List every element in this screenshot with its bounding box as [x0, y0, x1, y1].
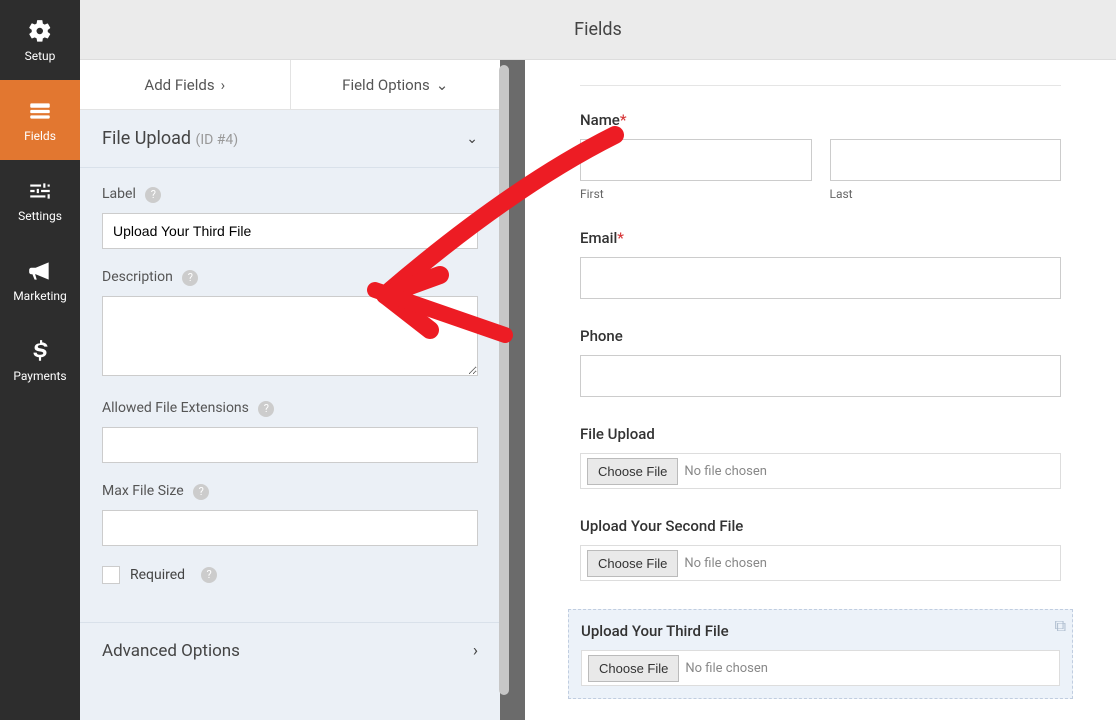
scrollbar-thumb[interactable] — [499, 65, 509, 695]
page-title: Fields — [574, 19, 622, 40]
extensions-label: Allowed File Extensions ? — [102, 400, 478, 417]
sidebar-label-marketing: Marketing — [13, 289, 67, 303]
bullhorn-icon — [27, 258, 53, 284]
required-checkbox[interactable] — [102, 566, 120, 584]
dollar-icon — [27, 338, 53, 364]
maxsize-label: Max File Size ? — [102, 483, 478, 500]
advanced-options-toggle[interactable]: Advanced Options › — [80, 622, 500, 679]
help-icon[interactable]: ? — [258, 401, 274, 417]
preview-field-secondfile[interactable]: Upload Your Second File Choose File No f… — [580, 517, 1061, 581]
chevron-right-icon: › — [473, 641, 478, 661]
preview-field-fileupload[interactable]: File Upload Choose File No file chosen — [580, 425, 1061, 489]
field-options-panel: Add Fields › Field Options ⌄ File Upload… — [80, 60, 500, 720]
preview-field-name[interactable]: Name* First Last — [580, 111, 1061, 201]
description-label: Description ? — [102, 269, 478, 286]
tab-field-options[interactable]: Field Options ⌄ — [291, 60, 501, 109]
sidebar-item-payments[interactable]: Payments — [0, 320, 80, 400]
section-header[interactable]: File Upload (ID #4) ⌄ — [80, 110, 500, 168]
help-icon[interactable]: ? — [182, 270, 198, 286]
help-icon[interactable]: ? — [201, 567, 217, 583]
sidebar-label-payments: Payments — [13, 369, 66, 383]
extensions-input[interactable] — [102, 427, 478, 463]
no-file-text: No file chosen — [685, 661, 768, 676]
duplicate-icon[interactable]: ⧉ — [1055, 616, 1066, 636]
preview-field-phone[interactable]: Phone — [580, 327, 1061, 397]
tab-add-fields[interactable]: Add Fields › — [80, 60, 291, 109]
help-icon[interactable]: ? — [193, 484, 209, 500]
no-file-text: No file chosen — [684, 464, 767, 479]
chevron-down-icon: ⌄ — [436, 76, 449, 94]
choose-file-button[interactable]: Choose File — [587, 550, 678, 577]
maxsize-input[interactable] — [102, 510, 478, 546]
sidebar-label-fields: Fields — [24, 129, 56, 143]
label-field-label: Label ? — [102, 186, 478, 203]
last-name-input[interactable] — [830, 139, 1062, 181]
gear-icon — [27, 18, 53, 44]
choose-file-button[interactable]: Choose File — [588, 655, 679, 682]
section-id: (ID #4) — [196, 132, 239, 148]
section-title-text: File Upload — [102, 128, 191, 149]
chevron-right-icon: › — [221, 76, 226, 94]
no-file-text: No file chosen — [684, 556, 767, 571]
first-sublabel: First — [580, 187, 812, 201]
form-preview: Name* First Last Email* — [525, 60, 1116, 720]
choose-file-button[interactable]: Choose File — [587, 458, 678, 485]
sidebar-item-setup[interactable]: Setup — [0, 0, 80, 80]
chevron-down-icon: ⌄ — [466, 131, 478, 147]
form-icon — [27, 98, 53, 124]
last-sublabel: Last — [830, 187, 1062, 201]
sidebar-label-setup: Setup — [25, 49, 56, 63]
sidebar-label-settings: Settings — [18, 209, 62, 223]
preview-field-thirdfile-selected[interactable]: ⧉ Upload Your Third File Choose File No … — [568, 609, 1073, 699]
description-textarea[interactable] — [102, 296, 478, 376]
sidebar: Setup Fields Settings Marketing Payments — [0, 0, 80, 720]
sidebar-item-marketing[interactable]: Marketing — [0, 240, 80, 320]
sidebar-item-settings[interactable]: Settings — [0, 160, 80, 240]
phone-input[interactable] — [580, 355, 1061, 397]
email-input[interactable] — [580, 257, 1061, 299]
required-label: Required — [130, 567, 185, 583]
preview-field-email[interactable]: Email* — [580, 229, 1061, 299]
first-name-input[interactable] — [580, 139, 812, 181]
divider — [580, 85, 1061, 86]
page-header: Fields — [80, 0, 1116, 60]
sliders-icon — [27, 178, 53, 204]
help-icon[interactable]: ? — [145, 187, 161, 203]
sidebar-item-fields[interactable]: Fields — [0, 80, 80, 160]
label-input[interactable] — [102, 213, 478, 249]
